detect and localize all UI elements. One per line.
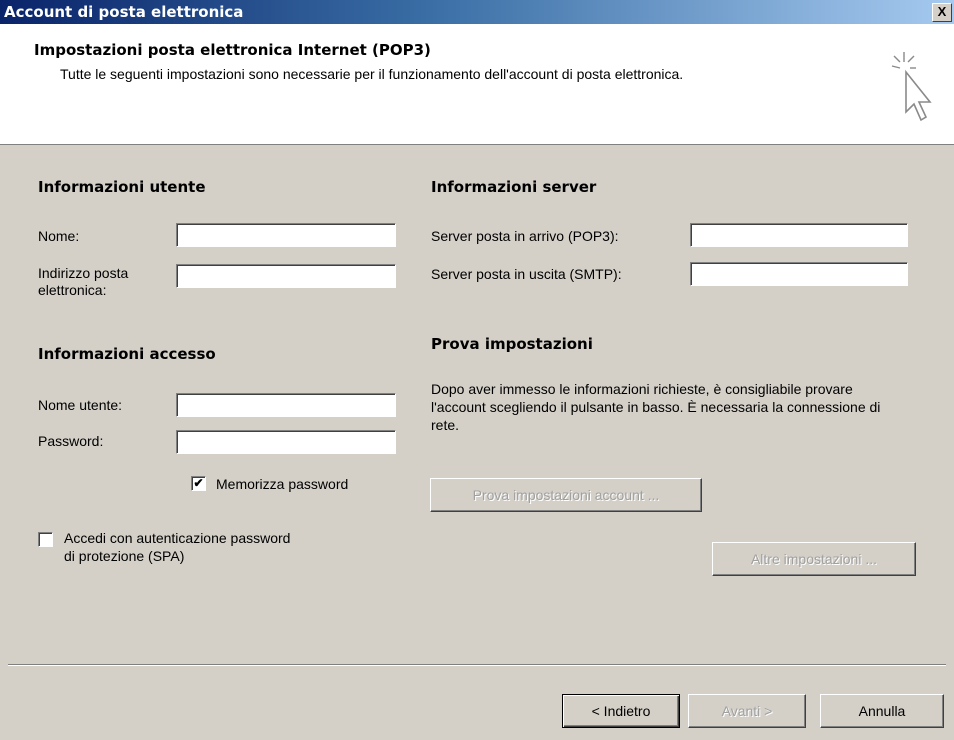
spa-label-line1: Accedi con autenticazione password — [64, 530, 291, 546]
test-account-settings-button[interactable]: Prova impostazioni account ... — [430, 478, 702, 512]
remember-password-label: Memorizza password — [216, 476, 349, 492]
spa-label-line2: di protezione (SPA) — [64, 548, 185, 564]
username-label: Nome utente: — [38, 397, 123, 413]
outgoing-server-label: Server posta in uscita (SMTP): — [431, 266, 622, 282]
cursor-click-icon — [891, 52, 932, 122]
incoming-server-label: Server posta in arrivo (POP3): — [431, 228, 619, 244]
logon-info-heading: Informazioni accesso — [38, 345, 216, 363]
email-label-line1: Indirizzo posta — [38, 265, 129, 281]
back-button[interactable]: < Indietro — [562, 694, 680, 728]
incoming-server-field[interactable] — [690, 223, 908, 247]
more-settings-button[interactable]: Altre impostazioni ... — [712, 542, 916, 576]
header-title: Impostazioni posta elettronica Internet … — [34, 41, 431, 59]
password-field[interactable] — [176, 430, 396, 454]
header-description: Tutte le seguenti impostazioni sono nece… — [60, 66, 684, 82]
close-button[interactable]: X — [932, 3, 952, 22]
name-label: Nome: — [38, 228, 80, 244]
footer-separator — [8, 664, 946, 666]
next-button[interactable]: Avanti > — [688, 694, 806, 728]
outgoing-server-field[interactable] — [690, 262, 908, 286]
username-field[interactable] — [176, 393, 396, 417]
cancel-button[interactable]: Annulla — [820, 694, 944, 728]
spa-checkbox[interactable] — [38, 532, 53, 547]
title-bar: Account di posta elettronica X — [0, 0, 954, 24]
name-field[interactable] — [176, 223, 396, 247]
email-label-line2: elettronica: — [38, 282, 107, 298]
test-settings-heading: Prova impostazioni — [431, 335, 593, 353]
server-info-heading: Informazioni server — [431, 178, 597, 196]
password-label: Password: — [38, 433, 104, 449]
test-settings-description: Dopo aver immesso le informazioni richie… — [431, 381, 881, 433]
user-info-heading: Informazioni utente — [38, 178, 206, 196]
remember-password-checkbox[interactable]: ✔ — [191, 476, 206, 491]
email-field[interactable] — [176, 264, 396, 288]
window-title: Account di posta elettronica — [4, 3, 244, 21]
